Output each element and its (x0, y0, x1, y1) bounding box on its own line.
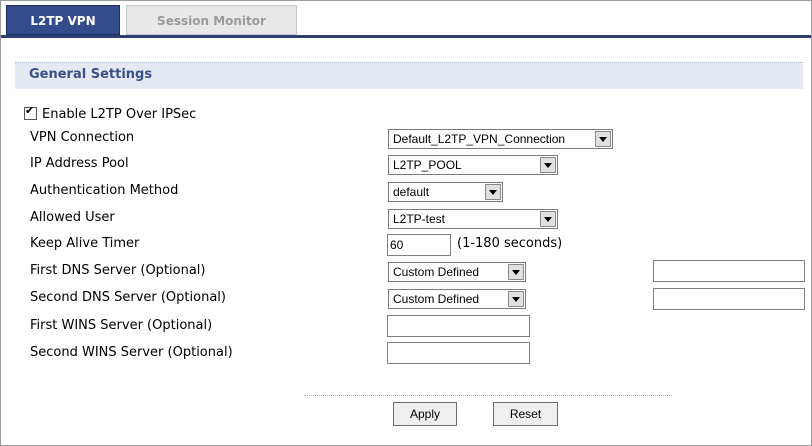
general-settings-header: General Settings (15, 62, 803, 89)
tab-bar: L2TP VPN Session Monitor (1, 1, 811, 38)
vpn-connection-label: VPN Connection (30, 130, 135, 145)
first-dns-label: First DNS Server (Optional) (30, 263, 206, 278)
section-title: General Settings (29, 67, 153, 82)
vpn-connection-select[interactable]: Default_L2TP_VPN_Connection (388, 129, 613, 149)
auth-method-value: default (393, 185, 430, 199)
chevron-down-icon (595, 131, 611, 147)
auth-method-select[interactable]: default (388, 182, 503, 202)
enable-l2tp-checkbox[interactable] (24, 104, 37, 120)
allowed-user-value: L2TP-test (393, 212, 446, 226)
reset-button[interactable]: Reset (493, 402, 558, 426)
chevron-down-icon (540, 211, 556, 227)
tab-underline (1, 35, 811, 38)
allowed-user-select[interactable]: L2TP-test (388, 209, 558, 229)
first-wins-label: First WINS Server (Optional) (30, 318, 213, 333)
first-dns-select[interactable]: Custom Defined (388, 262, 526, 282)
tab-session-monitor[interactable]: Session Monitor (126, 5, 297, 35)
second-dns-custom-input[interactable] (653, 288, 805, 310)
first-wins-input[interactable] (387, 315, 530, 337)
chevron-down-icon (485, 184, 501, 200)
second-wins-label: Second WINS Server (Optional) (30, 345, 233, 360)
first-dns-custom-input[interactable] (653, 260, 805, 282)
chevron-down-icon (540, 157, 556, 173)
ip-pool-value: L2TP_POOL (393, 158, 462, 172)
second-dns-select[interactable]: Custom Defined (388, 289, 526, 309)
second-dns-label: Second DNS Server (Optional) (30, 290, 226, 305)
ip-pool-label: IP Address Pool (30, 156, 129, 171)
l2tp-vpn-panel: L2TP VPN Session Monitor General Setting… (0, 0, 812, 446)
second-wins-input[interactable] (387, 342, 530, 364)
tab-l2tp-vpn[interactable]: L2TP VPN (6, 5, 120, 35)
keep-alive-input[interactable]: 60 (387, 234, 451, 256)
button-divider (304, 395, 672, 396)
vpn-connection-value: Default_L2TP_VPN_Connection (393, 132, 566, 146)
first-dns-value: Custom Defined (393, 265, 480, 279)
allowed-user-label: Allowed User (30, 210, 115, 225)
chevron-down-icon (508, 264, 524, 280)
auth-method-label: Authentication Method (30, 183, 179, 198)
chevron-down-icon (508, 291, 524, 307)
ip-pool-select[interactable]: L2TP_POOL (388, 155, 558, 175)
keep-alive-hint: (1-180 seconds) (457, 236, 563, 251)
second-dns-value: Custom Defined (393, 292, 480, 306)
keep-alive-label: Keep Alive Timer (30, 236, 140, 251)
apply-button[interactable]: Apply (393, 402, 457, 426)
enable-l2tp-label: Enable L2TP Over IPSec (42, 107, 197, 122)
